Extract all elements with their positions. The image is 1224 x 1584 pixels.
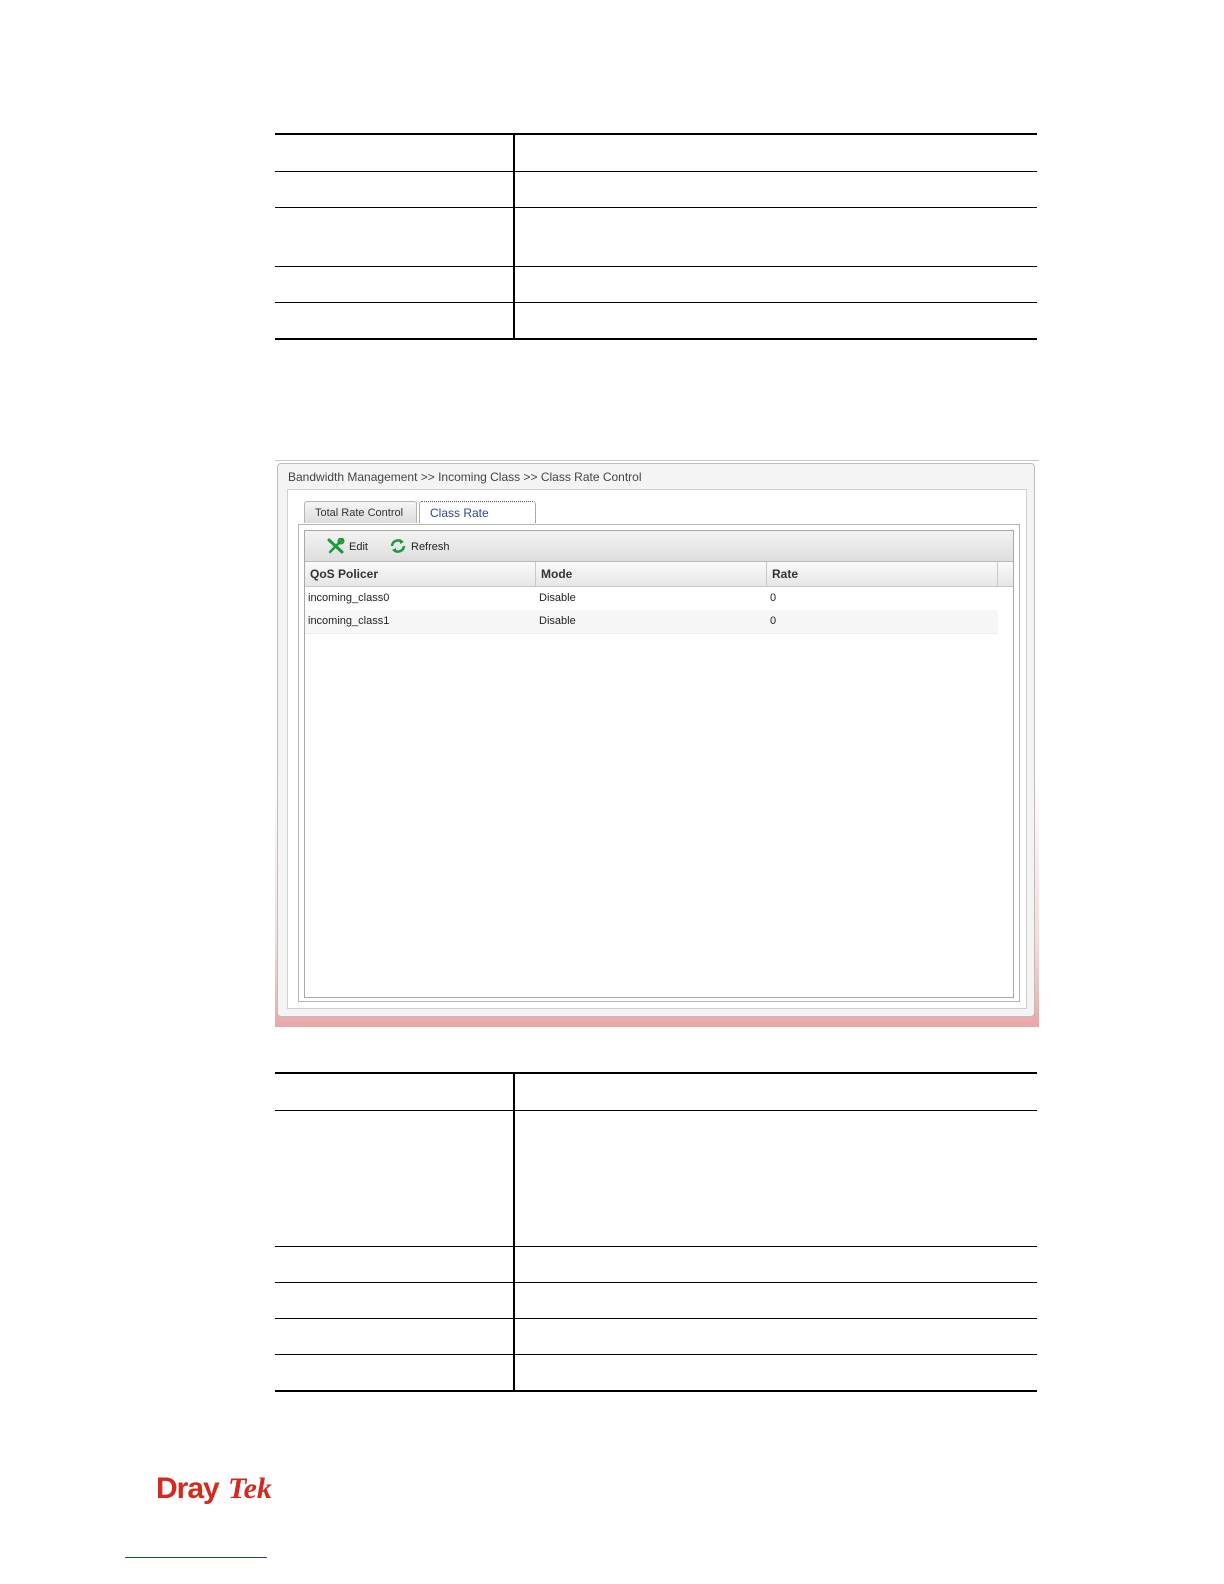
column-header-qos-policer[interactable]: QoS Policer (305, 562, 536, 586)
edit-icon (327, 538, 345, 554)
doc-table-bottom (275, 1072, 1037, 1392)
table-row[interactable]: incoming_class1 Disable 0 (305, 610, 998, 634)
column-header-rate[interactable]: Rate (767, 562, 998, 586)
cell-mode: Disable (539, 615, 576, 627)
cell-rate: 0 (770, 615, 777, 627)
column-header-mode[interactable]: Mode (536, 562, 767, 586)
breadcrumb: Bandwidth Management >> Incoming Class >… (288, 470, 642, 484)
draytek-logo: Dray Tek (156, 1468, 296, 1512)
cell-rate: 0 (770, 592, 777, 604)
doc-table-top (275, 133, 1037, 340)
content-panel: Total Rate Control Class Rate Control Ed… (287, 489, 1027, 1009)
svg-text:Tek: Tek (228, 1472, 272, 1505)
refresh-label: Refresh (411, 541, 450, 553)
edit-label: Edit (349, 541, 368, 553)
tab-class-rate-control[interactable]: Class Rate Control (419, 501, 536, 542)
cell-qos-policer: incoming_class0 (308, 592, 390, 604)
policer-grid: Edit Refresh QoS Policer Mode Rate incom… (304, 530, 1014, 998)
cell-qos-policer: incoming_class1 (308, 615, 390, 627)
column-header-spacer (998, 562, 1013, 586)
tab-body: Edit Refresh QoS Policer Mode Rate incom… (298, 524, 1020, 1002)
footer-link-underline[interactable] (125, 1557, 267, 1558)
table-row[interactable]: incoming_class0 Disable 0 (305, 587, 998, 611)
svg-text:Dray: Dray (156, 1472, 220, 1505)
draytek-logo-icon: Dray Tek (156, 1472, 272, 1505)
column-header-row: QoS Policer Mode Rate (305, 562, 1013, 587)
cell-mode: Disable (539, 592, 576, 604)
refresh-icon (390, 539, 406, 553)
screenshot-frame: Bandwidth Management >> Incoming Class >… (275, 460, 1039, 1027)
refresh-button[interactable]: Refresh (389, 538, 459, 554)
main-panel: Bandwidth Management >> Incoming Class >… (277, 463, 1035, 1017)
tab-total-rate-control[interactable]: Total Rate Control (304, 501, 417, 523)
edit-button[interactable]: Edit (327, 538, 377, 554)
grid-toolbar: Edit Refresh (305, 531, 1013, 562)
